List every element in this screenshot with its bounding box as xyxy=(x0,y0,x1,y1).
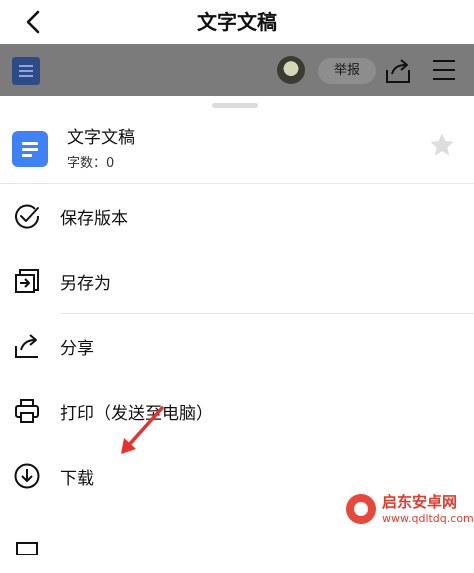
document-outline-icon xyxy=(16,542,38,555)
watermark-name: 启东安卓网 xyxy=(382,493,458,511)
page-title: 文字文稿 xyxy=(197,10,277,34)
header-bar: 文字文稿 xyxy=(0,0,474,44)
share-icon[interactable] xyxy=(384,58,412,84)
menu-item-label: 另存为 xyxy=(60,274,111,294)
menu-item-label: 分享 xyxy=(60,339,94,359)
watermark-logo-icon xyxy=(346,494,376,524)
menu-item-label: 保存版本 xyxy=(60,209,128,229)
document-icon xyxy=(12,57,40,85)
menu-item-print[interactable]: 打印（发送至电脑） xyxy=(0,379,474,443)
document-toolbar-dimmed: 举报 xyxy=(0,44,474,96)
sheet-drag-handle[interactable] xyxy=(212,103,258,108)
menu-item-label: 下载 xyxy=(60,469,94,489)
watermark: 启东安卓网 www.qdltdq.com xyxy=(340,488,474,533)
menu-item-share[interactable]: 分享 xyxy=(0,314,474,378)
document-icon xyxy=(12,131,48,167)
avatar[interactable] xyxy=(277,56,305,84)
menu-item-save-version[interactable]: 保存版本 xyxy=(0,184,474,248)
report-button[interactable]: 举报 xyxy=(318,58,376,84)
save-as-icon xyxy=(15,269,39,293)
star-icon[interactable] xyxy=(428,131,456,159)
watermark-url: www.qdltdq.com xyxy=(382,512,474,525)
document-actions-sheet: 文字文稿 字数：0 保存版本 另存为 分享 打印（发送至电脑） 下载 xyxy=(0,96,474,555)
word-count: 字数：0 xyxy=(67,156,115,171)
menu-item-save-as[interactable]: 另存为 xyxy=(0,249,474,313)
document-name: 文字文稿 xyxy=(67,128,135,148)
menu-icon[interactable] xyxy=(432,58,456,82)
printer-icon xyxy=(15,399,39,423)
annotation-arrow-icon xyxy=(121,406,164,454)
share-icon xyxy=(15,334,38,358)
download-icon xyxy=(14,463,40,489)
check-circle-icon xyxy=(15,204,40,229)
